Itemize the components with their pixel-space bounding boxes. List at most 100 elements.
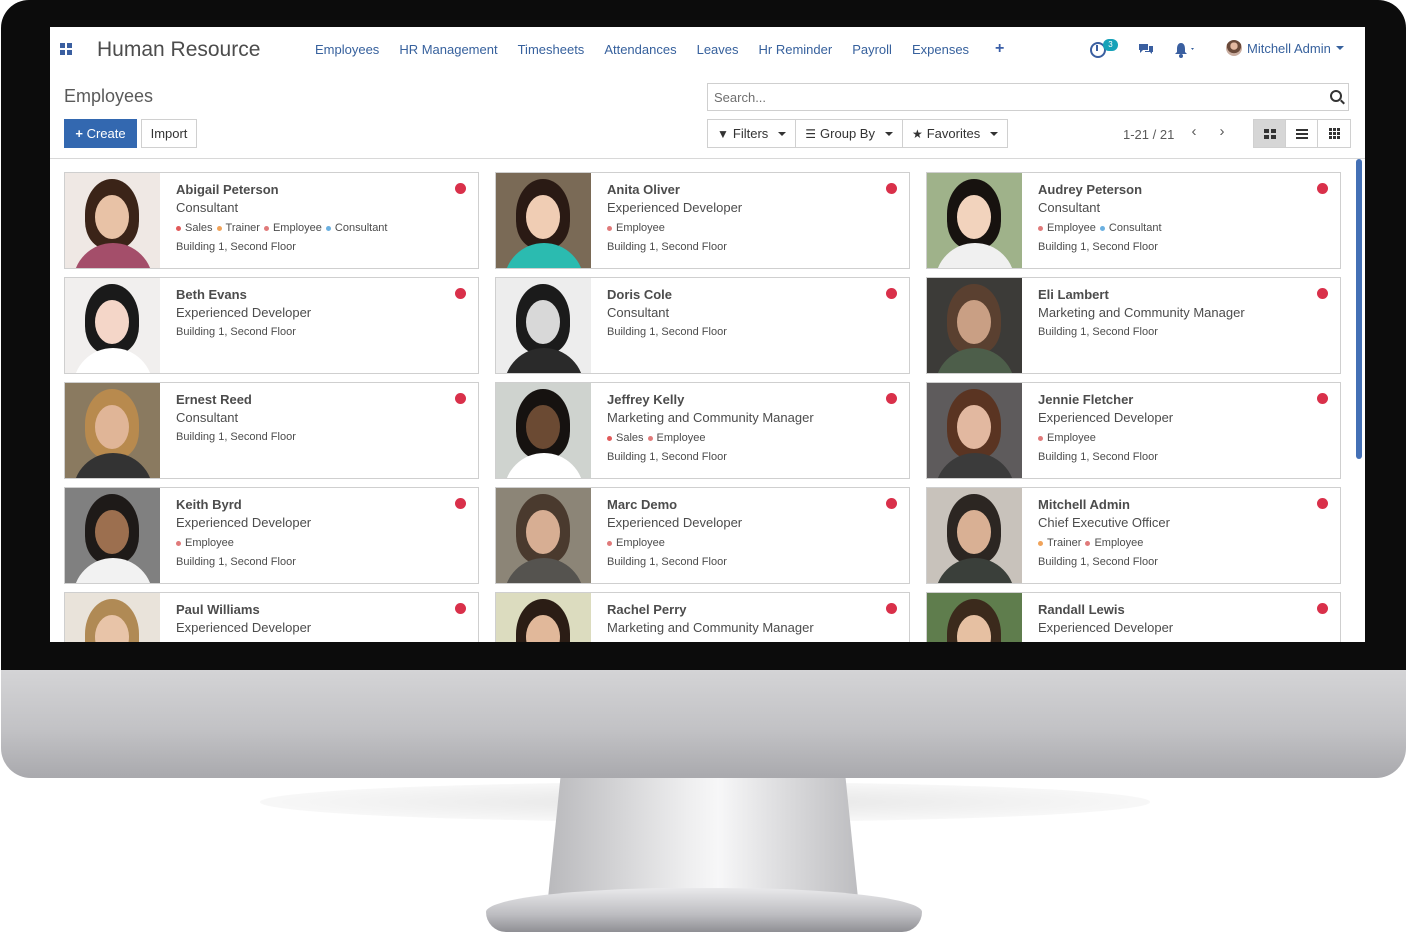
- tag-label: Employee: [185, 537, 234, 549]
- chat-icon[interactable]: [1138, 43, 1154, 55]
- employee-card[interactable]: Abigail Peterson Consultant Sales Trainer Em…: [64, 172, 479, 269]
- presence-status-dot: [455, 498, 466, 509]
- menu-item-payroll[interactable]: Payroll: [852, 42, 892, 57]
- pager-previous-icon[interactable]: ‹: [1187, 124, 1201, 141]
- search-icon[interactable]: [1330, 90, 1342, 102]
- menu-item-hr-management[interactable]: HR Management: [399, 42, 497, 57]
- tag-color-dot: [647, 435, 653, 441]
- employee-tag: Employee: [1085, 537, 1143, 549]
- kanban-view-icon: [1263, 128, 1276, 139]
- group-by-dropdown[interactable]: ☰ Group By: [796, 120, 903, 147]
- employee-job-title: Marketing and Community Manager: [607, 620, 814, 635]
- presence-status-dot: [1317, 288, 1328, 299]
- employee-card[interactable]: Mitchell Admin Chief Executive Officer Tra…: [926, 487, 1341, 584]
- employee-card[interactable]: Audrey Peterson Consultant Employee Consult…: [926, 172, 1341, 269]
- more-menu-plus-icon[interactable]: +: [995, 41, 1004, 57]
- employee-tags: Sales Trainer Employee Consultant: [176, 222, 387, 234]
- employee-name: Abigail Peterson: [176, 182, 279, 197]
- breadcrumb: Employees: [64, 86, 154, 106]
- pager-next-icon[interactable]: ›: [1215, 124, 1229, 141]
- filters-dropdown[interactable]: ▼ Filters: [708, 120, 797, 147]
- employee-card[interactable]: Eli Lambert Marketing and Community Manag…: [926, 277, 1341, 374]
- list-view-button[interactable]: [1286, 120, 1318, 147]
- employee-card[interactable]: Jennie Fletcher Experienced Developer Empl…: [926, 382, 1341, 479]
- pager-value[interactable]: 1-21 / 21: [1123, 127, 1174, 142]
- presence-status-dot: [886, 288, 897, 299]
- presence-status-dot: [455, 393, 466, 404]
- employee-name: Randall Lewis: [1038, 602, 1125, 617]
- employee-card[interactable]: Jeffrey Kelly Marketing and Community Man…: [495, 382, 910, 479]
- apps-menu-icon[interactable]: [60, 43, 72, 55]
- employee-tag: Employee: [263, 222, 322, 234]
- employee-card[interactable]: Randall Lewis Experienced Developer: [926, 592, 1341, 642]
- employee-job-title: Experienced Developer: [176, 620, 312, 635]
- menu-item-leaves[interactable]: Leaves: [697, 42, 739, 57]
- employee-photo: [496, 488, 591, 583]
- employee-work-location: Building 1, Second Floor: [607, 326, 727, 338]
- employee-tag: Trainer: [216, 222, 260, 234]
- menu-item-employees[interactable]: Employees: [315, 42, 379, 57]
- tag-label: Employee: [1047, 222, 1096, 234]
- grid-view-button[interactable]: [1318, 120, 1350, 147]
- employee-name: Keith Byrd: [176, 497, 242, 512]
- tag-color-dot: [607, 540, 612, 546]
- employee-card[interactable]: Marc Demo Experienced Developer Employee Bu…: [495, 487, 910, 584]
- employee-work-location: Building 1, Second Floor: [176, 326, 296, 338]
- employee-name: Paul Williams: [176, 602, 260, 617]
- employee-job-title: Consultant: [607, 305, 670, 320]
- search-bar: [707, 83, 1349, 111]
- filters-label: Filters: [732, 126, 769, 141]
- tag-label: Employee: [656, 432, 706, 444]
- menu-item-attendances[interactable]: Attendances: [604, 42, 676, 57]
- employee-tags: Employee: [607, 222, 665, 234]
- employee-photo: [927, 488, 1022, 583]
- employee-work-location: Building 1, Second Floor: [1038, 451, 1158, 463]
- import-button[interactable]: Import: [141, 119, 197, 148]
- tag-label: Employee: [1047, 432, 1096, 444]
- monitor-stand-neck: [548, 778, 858, 898]
- employee-name: Anita Oliver: [607, 182, 680, 197]
- employee-work-location: Building 1, Second Floor: [176, 556, 296, 568]
- employee-card[interactable]: Anita Oliver Experienced Developer Employe…: [495, 172, 910, 269]
- employee-name: Doris Cole: [607, 287, 673, 302]
- screen: Human Resource Employees HR Management T…: [50, 27, 1365, 642]
- main-menu: Employees HR Management Timesheets Atten…: [315, 41, 1004, 58]
- employee-work-location: Building 1, Second Floor: [176, 431, 296, 443]
- search-input[interactable]: [708, 84, 1308, 110]
- menu-item-timesheets[interactable]: Timesheets: [518, 42, 585, 57]
- search-options: ▼ Filters ☰ Group By ★ Favorites: [707, 119, 1009, 148]
- employee-card[interactable]: Doris Cole Consultant Building 1, Second F…: [495, 277, 910, 374]
- presence-status-dot: [1317, 393, 1328, 404]
- list-view-icon: [1295, 128, 1308, 139]
- tag-color-dot: [263, 225, 269, 231]
- tag-color-dot: [1038, 435, 1043, 441]
- employee-card[interactable]: Ernest Reed Consultant Building 1, Second …: [64, 382, 479, 479]
- employee-photo: [65, 173, 160, 268]
- employee-card[interactable]: Rachel Perry Marketing and Community Mana…: [495, 592, 910, 642]
- view-switcher: [1253, 119, 1351, 148]
- tag-color-dot: [1085, 540, 1091, 546]
- plus-icon: +: [75, 126, 83, 141]
- menu-item-expenses[interactable]: Expenses: [912, 42, 969, 57]
- employee-card[interactable]: Keith Byrd Experienced Developer Employee B…: [64, 487, 479, 584]
- user-menu[interactable]: Mitchell Admin: [1226, 40, 1344, 56]
- employee-photo: [65, 278, 160, 373]
- tag-label: Employee: [616, 537, 665, 549]
- employee-card[interactable]: Beth Evans Experienced Developer Building …: [64, 277, 479, 374]
- employee-tags: Employee Consultant: [1038, 222, 1162, 234]
- tag-color-dot: [176, 225, 181, 231]
- grid-view-icon: [1328, 128, 1340, 139]
- kanban-scrollbar[interactable]: [1356, 159, 1362, 459]
- tag-label: Consultant: [1108, 222, 1162, 234]
- employee-tag: Employee: [607, 537, 665, 549]
- create-button[interactable]: + Create: [64, 119, 137, 148]
- menu-item-hr-reminder[interactable]: Hr Reminder: [759, 42, 833, 57]
- employee-card[interactable]: Paul Williams Experienced Developer: [64, 592, 479, 642]
- employee-tag: Employee: [1038, 222, 1096, 234]
- notification-bell-icon[interactable]: [1174, 42, 1196, 58]
- activity-count-badge: 3: [1103, 39, 1118, 51]
- presence-status-dot: [1317, 498, 1328, 509]
- kanban-view-button[interactable]: [1254, 120, 1286, 147]
- favorites-dropdown[interactable]: ★ Favorites: [903, 120, 1007, 147]
- employee-job-title: Experienced Developer: [1038, 410, 1174, 425]
